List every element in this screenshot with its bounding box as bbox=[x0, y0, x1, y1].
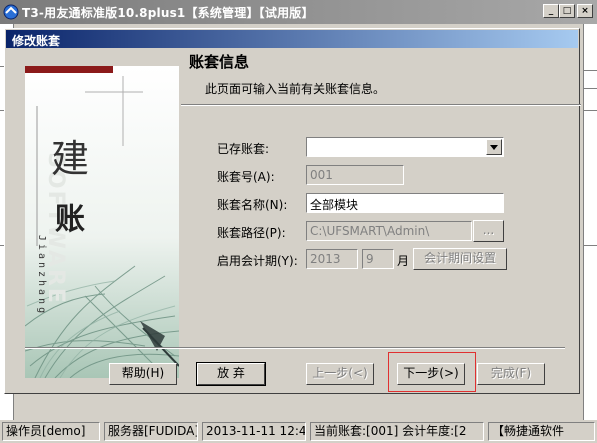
help-button[interactable]: 帮助(H) bbox=[109, 363, 177, 385]
header-divider bbox=[181, 104, 581, 106]
existing-account-select[interactable] bbox=[306, 137, 504, 157]
account-code-label: 账套号(A): bbox=[217, 170, 275, 184]
month-unit: 月 bbox=[397, 254, 410, 268]
main-title-bar[interactable]: T3-用友通标准版10.8plus1【系统管理】【试用版】 _ □ × bbox=[0, 0, 597, 24]
close-button[interactable]: × bbox=[577, 4, 593, 18]
background-grid-line bbox=[583, 245, 597, 246]
account-name-label: 账套名称(N): bbox=[217, 198, 288, 212]
start-year-field[interactable]: 2013 bbox=[306, 249, 358, 269]
status-current-account: 当前账套:[001] 会计年度:[2 bbox=[310, 422, 484, 441]
status-datetime: 2013-11-11 12:44 bbox=[202, 422, 306, 441]
decor-char-jian: 建 bbox=[51, 137, 90, 181]
footer-divider bbox=[25, 347, 565, 349]
modify-account-dialog: 修改账套 SOFTWARE 建 账 Jianzhang 账套信息 此页面可输入当… bbox=[4, 28, 581, 394]
existing-account-label: 已存账套: bbox=[217, 142, 270, 156]
prev-step-button[interactable]: 上一步(<) bbox=[306, 363, 374, 385]
decor-char-zhang: 账 bbox=[55, 202, 85, 237]
status-operator: 操作员[demo] bbox=[2, 422, 100, 441]
page-heading: 账套信息 bbox=[189, 53, 250, 71]
background-grid-line bbox=[583, 88, 597, 89]
background-grid-right bbox=[583, 24, 597, 420]
finish-button[interactable]: 完成(F) bbox=[477, 363, 545, 385]
status-brand: 【畅捷通软件 bbox=[488, 422, 595, 441]
page-subheading: 此页面可输入当前有关账套信息。 bbox=[205, 82, 386, 96]
account-name-field[interactable]: 全部模块 bbox=[306, 193, 504, 213]
minimize-button[interactable]: _ bbox=[543, 4, 559, 18]
chevron-down-icon[interactable] bbox=[486, 139, 502, 155]
side-decoration-image: SOFTWARE 建 账 Jianzhang bbox=[25, 66, 179, 378]
dialog-title[interactable]: 修改账套 bbox=[6, 30, 578, 48]
account-code-field[interactable]: 001 bbox=[306, 165, 404, 185]
window-title: T3-用友通标准版10.8plus1【系统管理】【试用版】 bbox=[22, 6, 314, 20]
status-bar: 操作员[demo] 服务器[FUDIDA] 2013-11-11 12:44 当… bbox=[0, 420, 597, 443]
status-server: 服务器[FUDIDA] bbox=[104, 422, 198, 441]
minimize-icon: _ bbox=[548, 5, 554, 16]
app-logo-icon bbox=[3, 4, 19, 20]
decor-pinyin: Jianzhang bbox=[36, 234, 48, 317]
start-period-label: 启用会计期(Y): bbox=[217, 254, 298, 268]
start-month-field[interactable]: 9 bbox=[362, 249, 394, 269]
background-grid-line bbox=[583, 110, 597, 111]
period-settings-button[interactable]: 会计期间设置 bbox=[413, 248, 507, 270]
browse-path-button[interactable]: ... bbox=[473, 220, 504, 242]
background-grid-line bbox=[583, 70, 597, 71]
account-path-label: 账套路径(P): bbox=[217, 226, 286, 240]
next-button-highlight bbox=[388, 352, 476, 392]
cancel-button[interactable]: 放 弃 bbox=[196, 362, 266, 386]
maximize-button[interactable]: □ bbox=[559, 4, 575, 18]
close-icon: × bbox=[581, 5, 589, 16]
maximize-icon: □ bbox=[562, 5, 572, 16]
account-path-field[interactable]: C:\UFSMART\Admin\ bbox=[306, 221, 472, 241]
